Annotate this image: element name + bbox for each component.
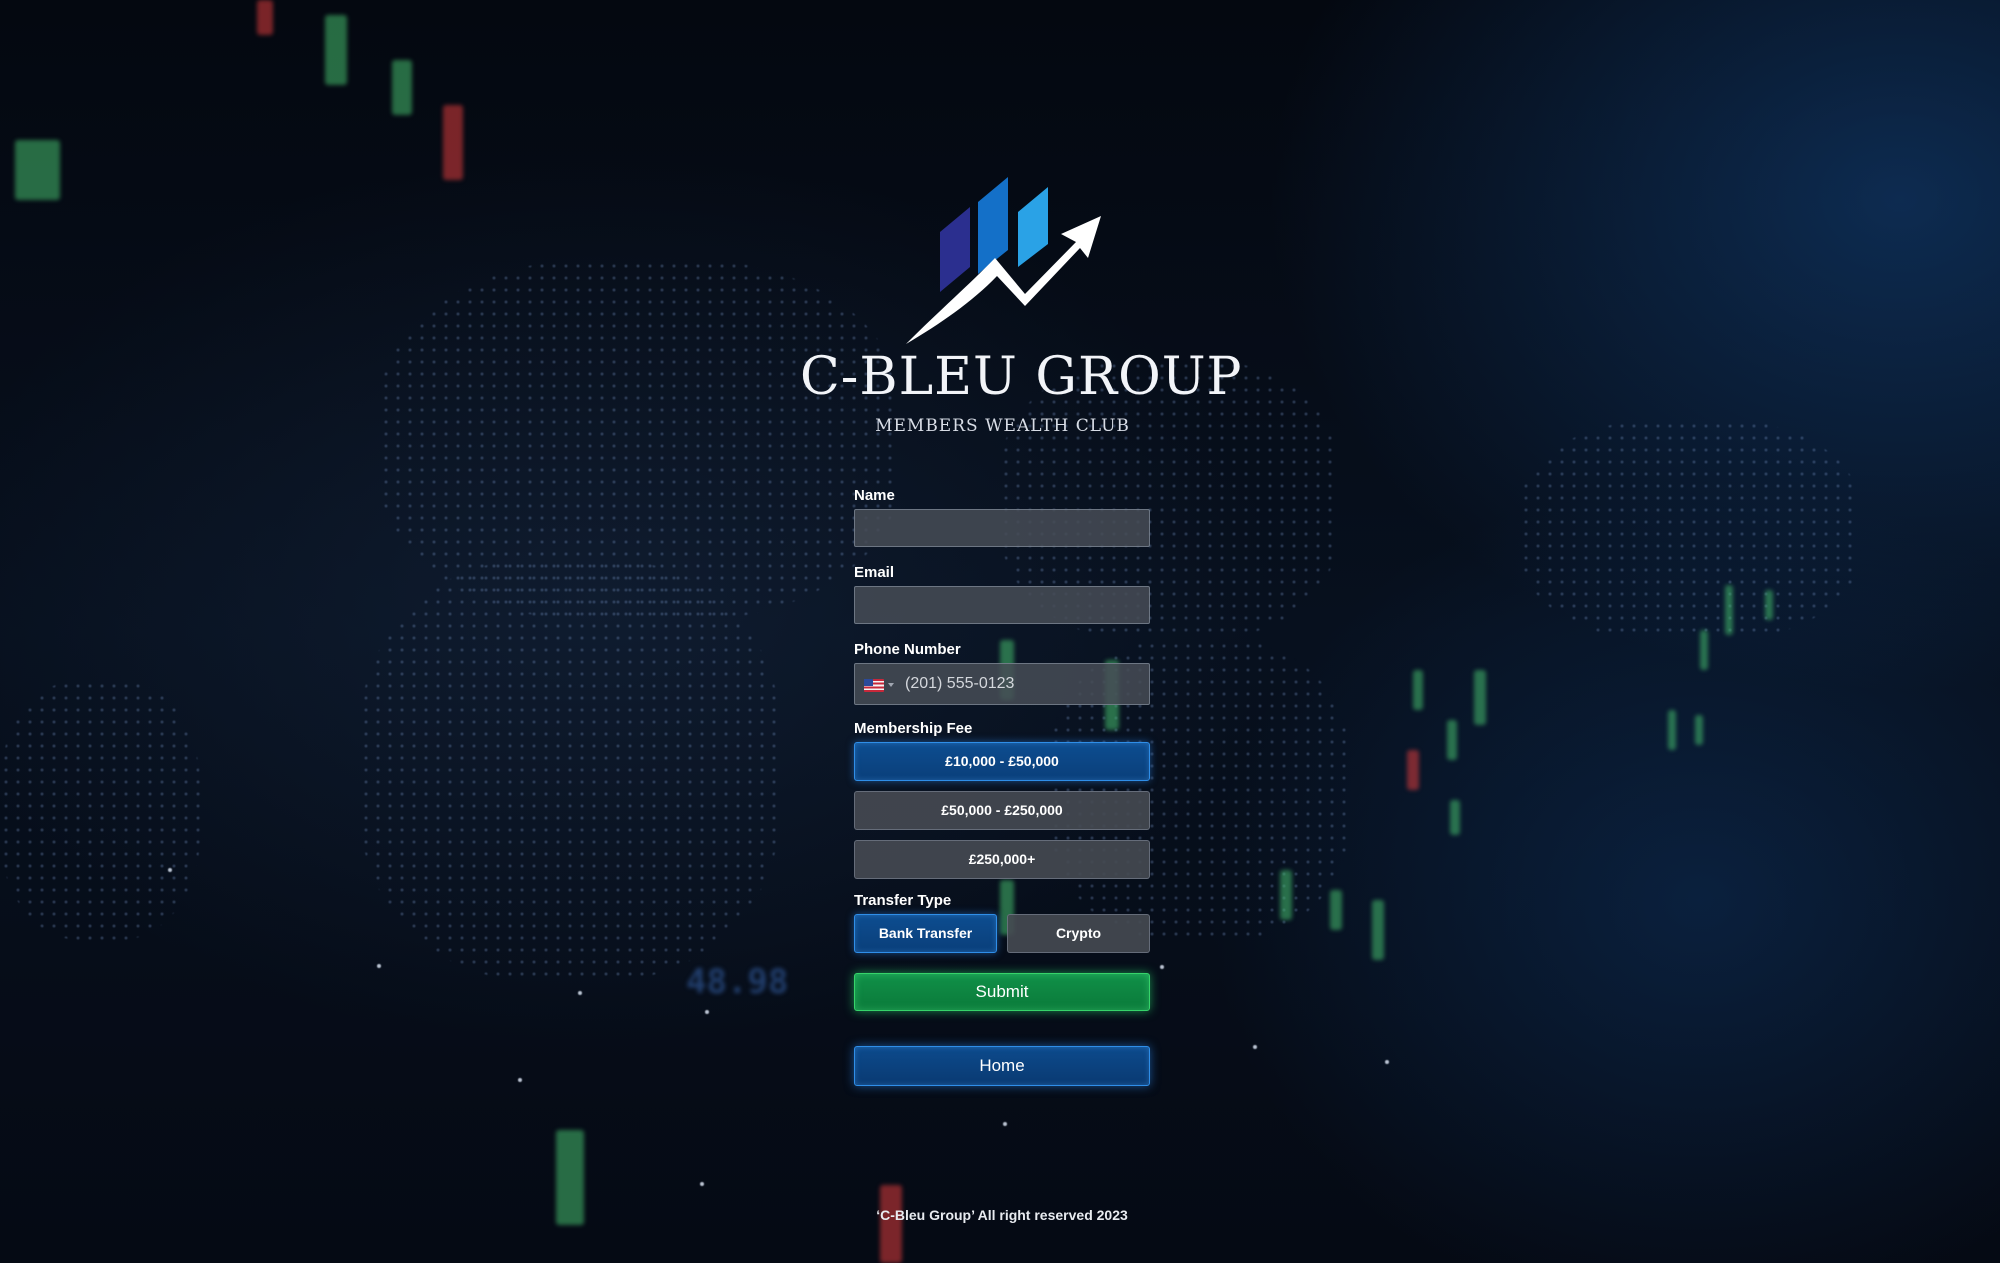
email-label: Email [854, 564, 895, 581]
background-spark [578, 991, 582, 995]
bank-transfer-button[interactable]: Bank Transfer [854, 914, 997, 953]
brand-name: C-BLEU GROUP [800, 347, 1243, 407]
background-candle [1765, 590, 1773, 620]
background-candle [556, 1130, 584, 1225]
background-candle [1447, 720, 1457, 760]
rising-chart-arrow-logo-icon [906, 177, 1101, 344]
background-spark [1160, 965, 1164, 969]
background-candle [257, 0, 273, 35]
phone-label: Phone Number [854, 641, 961, 658]
background-candle [1474, 670, 1486, 725]
membership-fee-label: Membership Fee [854, 720, 973, 737]
background-candle [1413, 670, 1423, 710]
background-ticker: 48.98 [686, 962, 789, 1002]
background-candle [325, 15, 347, 85]
phone-field [854, 663, 1150, 705]
fee-option-250k-plus[interactable]: £250,000+ [854, 840, 1150, 879]
background-spark [1253, 1045, 1257, 1049]
background-spark [705, 1010, 709, 1014]
background-spark [518, 1078, 522, 1082]
home-button[interactable]: Home [854, 1046, 1150, 1086]
footer-copyright: ‘C-Bleu Group’ All right reserved 2023 [876, 1207, 1128, 1223]
phone-input[interactable] [905, 664, 1135, 704]
world-map-dots [0, 680, 200, 940]
background-candle [1668, 710, 1676, 750]
brand-logo: C-BLEU GROUP MEMBERS WEALTH CLUB [800, 172, 1243, 442]
background-candle [1330, 890, 1342, 930]
background-candle [880, 1185, 902, 1263]
background-spark [168, 868, 172, 872]
fee-option-10k-50k[interactable]: £10,000 - £50,000 [854, 742, 1150, 781]
email-input[interactable] [854, 586, 1150, 624]
background-candle [443, 105, 463, 180]
background-candle [1407, 750, 1419, 790]
transfer-type-label: Transfer Type [854, 892, 952, 909]
page: 48.98 C-BLEU GROUP MEMBERS WEALTH CLUB N… [0, 0, 2000, 1263]
transfer-type-options: Bank Transfer Crypto [854, 914, 1150, 953]
background-candle [392, 60, 412, 115]
name-input[interactable] [854, 509, 1150, 547]
background-candle [1372, 900, 1384, 960]
background-spark [700, 1182, 704, 1186]
brand-tagline: MEMBERS WEALTH CLUB [875, 416, 1130, 436]
background-spark [1003, 1122, 1007, 1126]
us-flag-icon[interactable] [864, 679, 884, 692]
membership-form: Name Email Phone Number Membership Fee £… [854, 486, 1150, 1086]
background-spark [1385, 1060, 1389, 1064]
background-candle [1700, 630, 1708, 670]
chevron-down-icon[interactable] [888, 683, 894, 687]
submit-button[interactable]: Submit [854, 973, 1150, 1011]
crypto-button[interactable]: Crypto [1007, 914, 1150, 953]
background-spark [377, 964, 381, 968]
name-label: Name [854, 487, 895, 504]
background-candle [1695, 715, 1703, 745]
background-candle [15, 140, 60, 200]
background-candle [1280, 870, 1292, 920]
fee-option-50k-250k[interactable]: £50,000 - £250,000 [854, 791, 1150, 830]
world-map-dots [360, 560, 780, 980]
background-candle [1725, 585, 1733, 635]
world-map-dots [1520, 420, 1860, 640]
background-candle [1450, 800, 1460, 835]
